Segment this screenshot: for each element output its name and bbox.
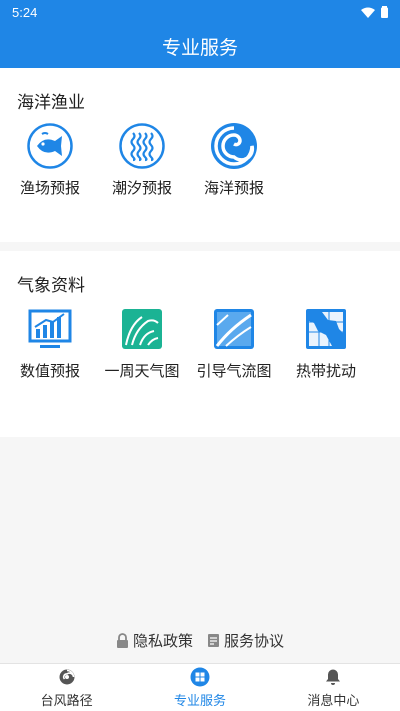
tropical-disturbance-icon (302, 305, 350, 353)
status-icons (361, 6, 388, 18)
section-title: 海洋渔业 (17, 93, 85, 112)
ocean-wave-icon (210, 122, 258, 170)
service-item-tide-forecast[interactable]: 潮汐预报 (96, 122, 188, 242)
service-agreement-label: 服务协议 (224, 633, 285, 650)
fish-icon (26, 122, 74, 170)
service-item-fishing-forecast[interactable]: 渔场预报 (4, 122, 96, 242)
service-item-ocean-forecast[interactable]: 海洋预报 (188, 122, 280, 242)
tab-typhoon-track[interactable]: 台风路径 (0, 664, 133, 711)
status-bar: 5:24 (0, 0, 400, 24)
app-bar: 专业服务 (0, 24, 400, 68)
weather-map-icon (118, 305, 166, 353)
tab-label: 专业服务 (173, 692, 226, 708)
service-item-steering-flow-map[interactable]: 引导气流图 (188, 305, 280, 437)
airflow-map-icon (210, 305, 258, 353)
battery-icon (381, 6, 388, 18)
document-icon (208, 634, 219, 647)
service-agreement-link[interactable]: 服务协议 (207, 630, 284, 651)
service-item-label: 热带扰动 (295, 363, 356, 380)
service-item-label: 渔场预报 (19, 180, 80, 197)
wifi-icon (361, 7, 375, 18)
service-item-label: 海洋预报 (203, 180, 264, 197)
footer-links: 隐私政策 服务协议 (0, 630, 400, 651)
tab-message-center[interactable]: 消息中心 (267, 664, 400, 711)
bottom-tab-bar: 台风路径 专业服务 消息中心 (0, 663, 400, 711)
service-item-weekly-weather-map[interactable]: 一周天气图 (96, 305, 188, 437)
privacy-policy-link[interactable]: 隐私政策 (116, 630, 193, 651)
lock-icon (116, 633, 128, 648)
service-item-numerical-forecast[interactable]: 数值预报 (4, 305, 96, 437)
typhoon-icon (57, 667, 77, 687)
service-grid-icon (190, 667, 210, 687)
bell-icon (323, 667, 343, 687)
service-item-tropical-disturbance[interactable]: 热带扰动 (280, 305, 372, 437)
tab-professional-service[interactable]: 专业服务 (133, 664, 266, 711)
service-item-label: 引导气流图 (196, 363, 272, 380)
service-item-label: 数值预报 (19, 363, 80, 380)
bar-chart-icon (26, 305, 74, 353)
service-item-label: 一周天气图 (104, 363, 180, 380)
tide-icon (118, 122, 166, 170)
section-title: 气象资料 (17, 276, 85, 295)
service-grid: 渔场预报 潮汐预报 海洋预报 (0, 122, 400, 242)
page-title: 专业服务 (161, 37, 238, 59)
service-grid: 数值预报 一周天气图 引导气流图 热带扰动 (0, 305, 400, 437)
service-item-label: 潮汐预报 (111, 180, 172, 197)
tab-label: 台风路径 (40, 692, 93, 708)
tab-label: 消息中心 (307, 692, 360, 708)
section-meteorological-data: 气象资料 数值预报 一周天气图 引导气流图 热带扰动 (0, 251, 400, 437)
status-time: 5:24 (12, 4, 38, 20)
privacy-policy-label: 隐私政策 (132, 633, 193, 650)
section-ocean-fishery: 海洋渔业 渔场预报 潮汐预报 海洋预报 (0, 68, 400, 242)
